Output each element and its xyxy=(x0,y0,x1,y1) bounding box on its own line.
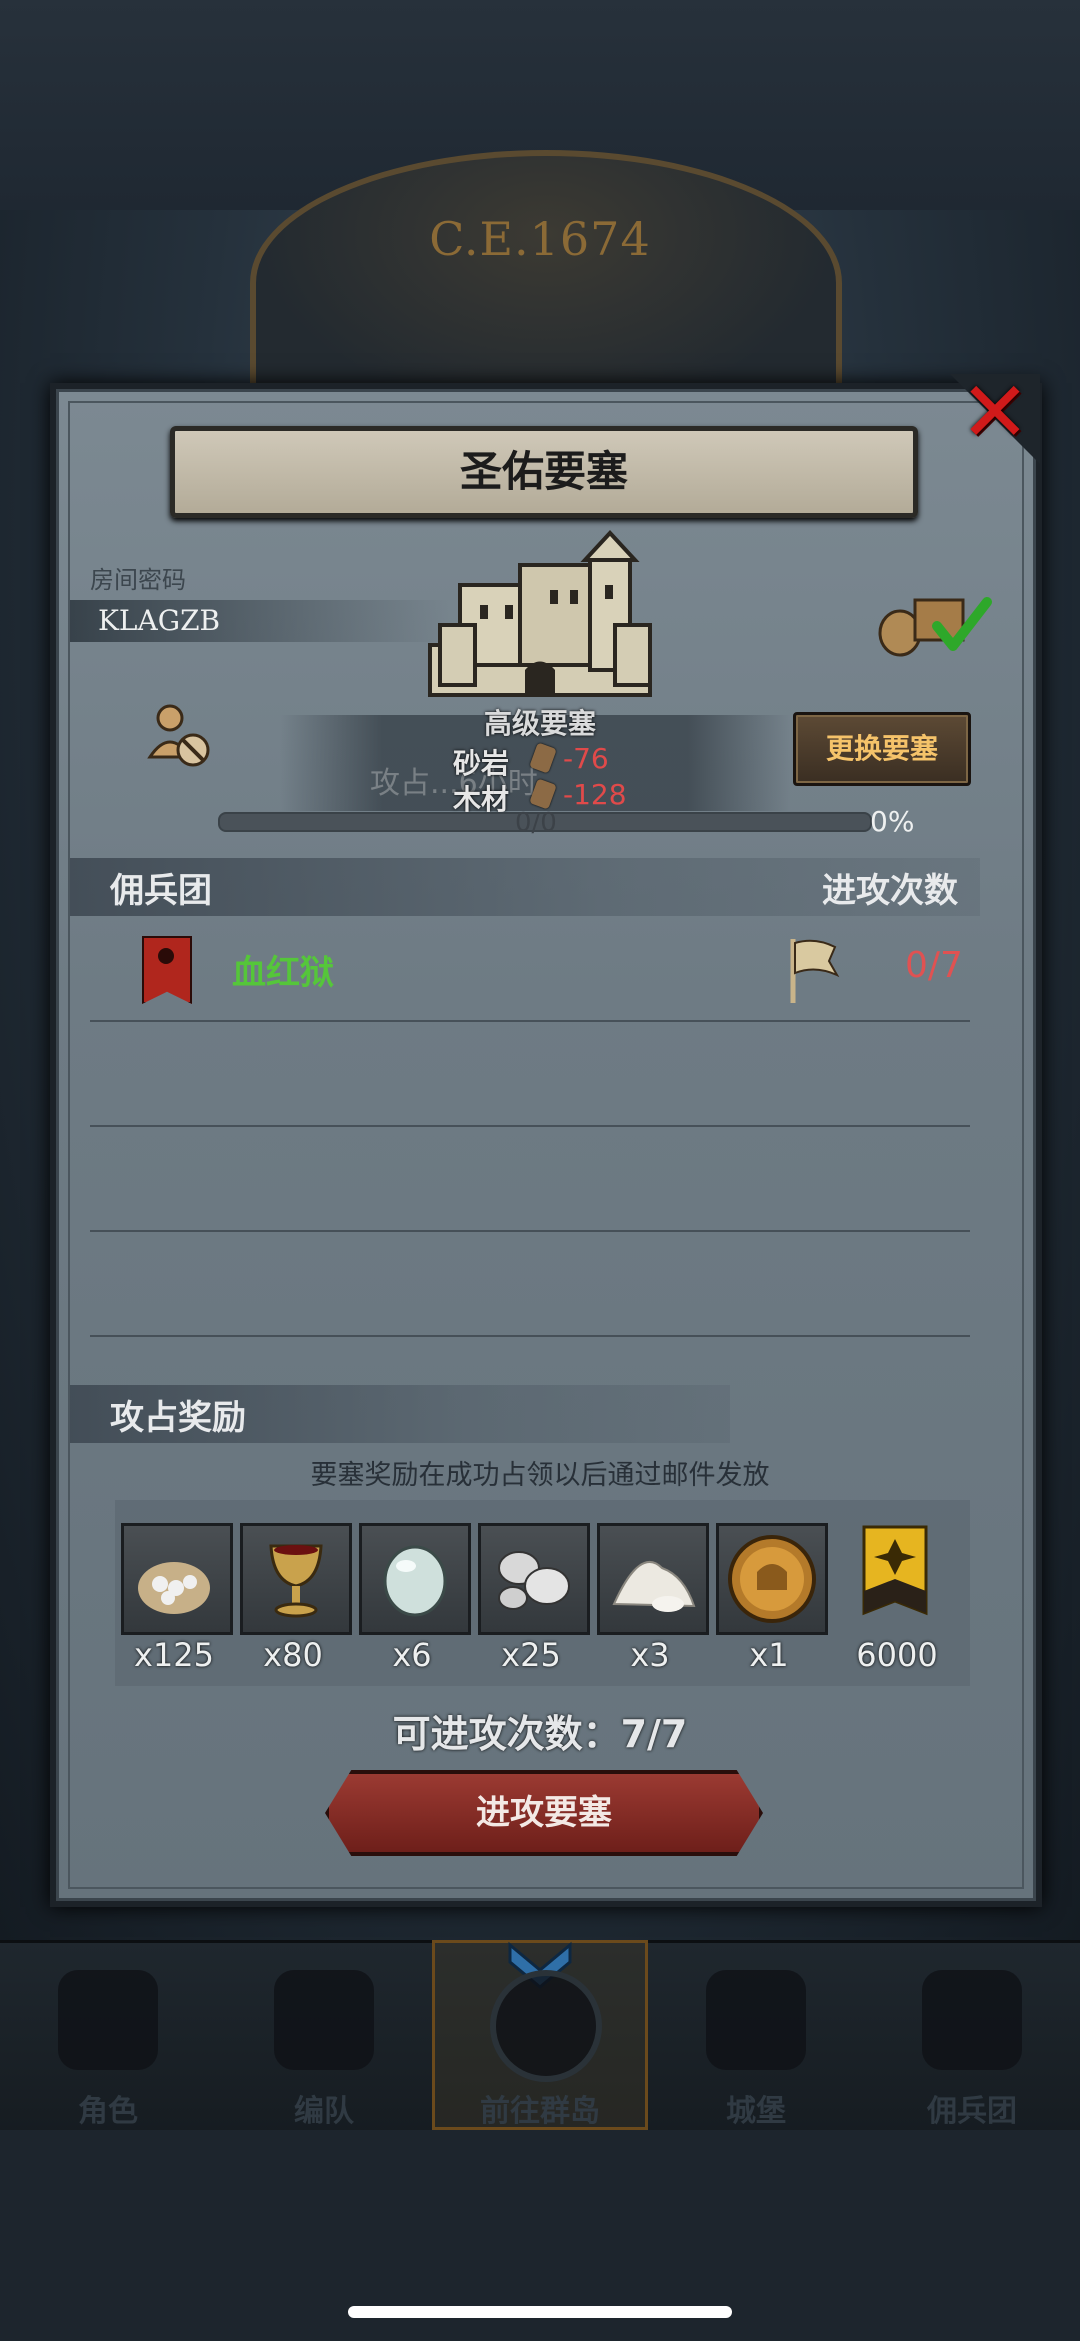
progress-percent: 0% xyxy=(870,805,915,838)
divider xyxy=(90,1125,970,1127)
divider xyxy=(90,1335,970,1337)
reward-qty: x25 xyxy=(501,1636,561,1674)
goblet-icon[interactable] xyxy=(240,1523,352,1635)
fortress-icon xyxy=(428,530,652,697)
silver-sack-icon[interactable] xyxy=(121,1523,233,1635)
nav-label[interactable]: 佣兵团 xyxy=(864,2086,1080,2130)
divider xyxy=(90,1020,970,1022)
gem-stone-icon[interactable] xyxy=(359,1523,471,1635)
remaining-attempts: 可进攻次数：7/7 xyxy=(392,1712,688,1756)
castle-icon xyxy=(706,1970,806,2070)
banner-emblem xyxy=(158,948,174,964)
dialog-title: 圣佑要塞 xyxy=(459,447,628,496)
reward-qty: x80 xyxy=(263,1636,323,1674)
change-fortress-label[interactable]: 更换要塞 xyxy=(793,712,971,786)
resource-delta: -76 xyxy=(563,742,609,775)
reward-note: 要塞奖励在成功占领以后通过邮件发放 xyxy=(310,1460,770,1491)
reward-qty: 6000 xyxy=(856,1636,938,1674)
nav-label[interactable]: 城堡 xyxy=(648,2086,864,2130)
helmet-icon xyxy=(274,1970,374,2070)
clock-dial xyxy=(250,150,842,416)
reward-qty: x1 xyxy=(749,1636,789,1674)
knight-icon xyxy=(58,1970,158,2070)
reward-qty: x6 xyxy=(392,1636,432,1674)
close-icon[interactable]: ✕ xyxy=(955,370,1035,454)
fortress-level: 高级要塞 xyxy=(483,707,596,740)
attack-count-header: 进攻次数 xyxy=(822,871,958,911)
reward-qty: x125 xyxy=(133,1636,214,1674)
progress-count: 0/0 xyxy=(515,808,557,838)
mercenary-header: 佣兵团 xyxy=(110,871,212,911)
silver-ore-icon[interactable] xyxy=(478,1523,590,1635)
reward-qty: x3 xyxy=(630,1636,670,1674)
year-label: C.E.1674 xyxy=(429,212,651,266)
room-password-label: 房间密码 xyxy=(90,566,186,594)
attack-fortress-label[interactable]: 进攻要塞 xyxy=(325,1770,763,1856)
honor-badge-icon[interactable] xyxy=(862,1525,928,1627)
gold-medal-icon[interactable] xyxy=(716,1523,828,1635)
no-player-icon[interactable] xyxy=(145,702,215,772)
mercenary-icon xyxy=(922,1970,1022,2070)
divider xyxy=(90,1230,970,1232)
resource-delta: -128 xyxy=(563,778,627,811)
home-indicator[interactable] xyxy=(348,2306,732,2318)
flag-icon xyxy=(790,939,840,1003)
resources-ready-icon[interactable] xyxy=(875,588,995,658)
nav-label[interactable]: 前往群岛 xyxy=(432,2086,648,2130)
globe-icon xyxy=(490,1970,602,2082)
mercenary-name[interactable]: 血红狱 xyxy=(232,945,334,994)
nav-label[interactable]: 编队 xyxy=(216,2086,432,2130)
room-password-value: KLAGZB xyxy=(98,604,221,637)
mercenary-attack-count: 0/7 xyxy=(905,945,963,986)
nav-label[interactable]: 角色 xyxy=(0,2086,216,2130)
salt-pile-icon[interactable] xyxy=(597,1523,709,1635)
reward-header: 攻占奖励 xyxy=(110,1398,246,1438)
resource-name: 砂岩 xyxy=(453,747,510,780)
